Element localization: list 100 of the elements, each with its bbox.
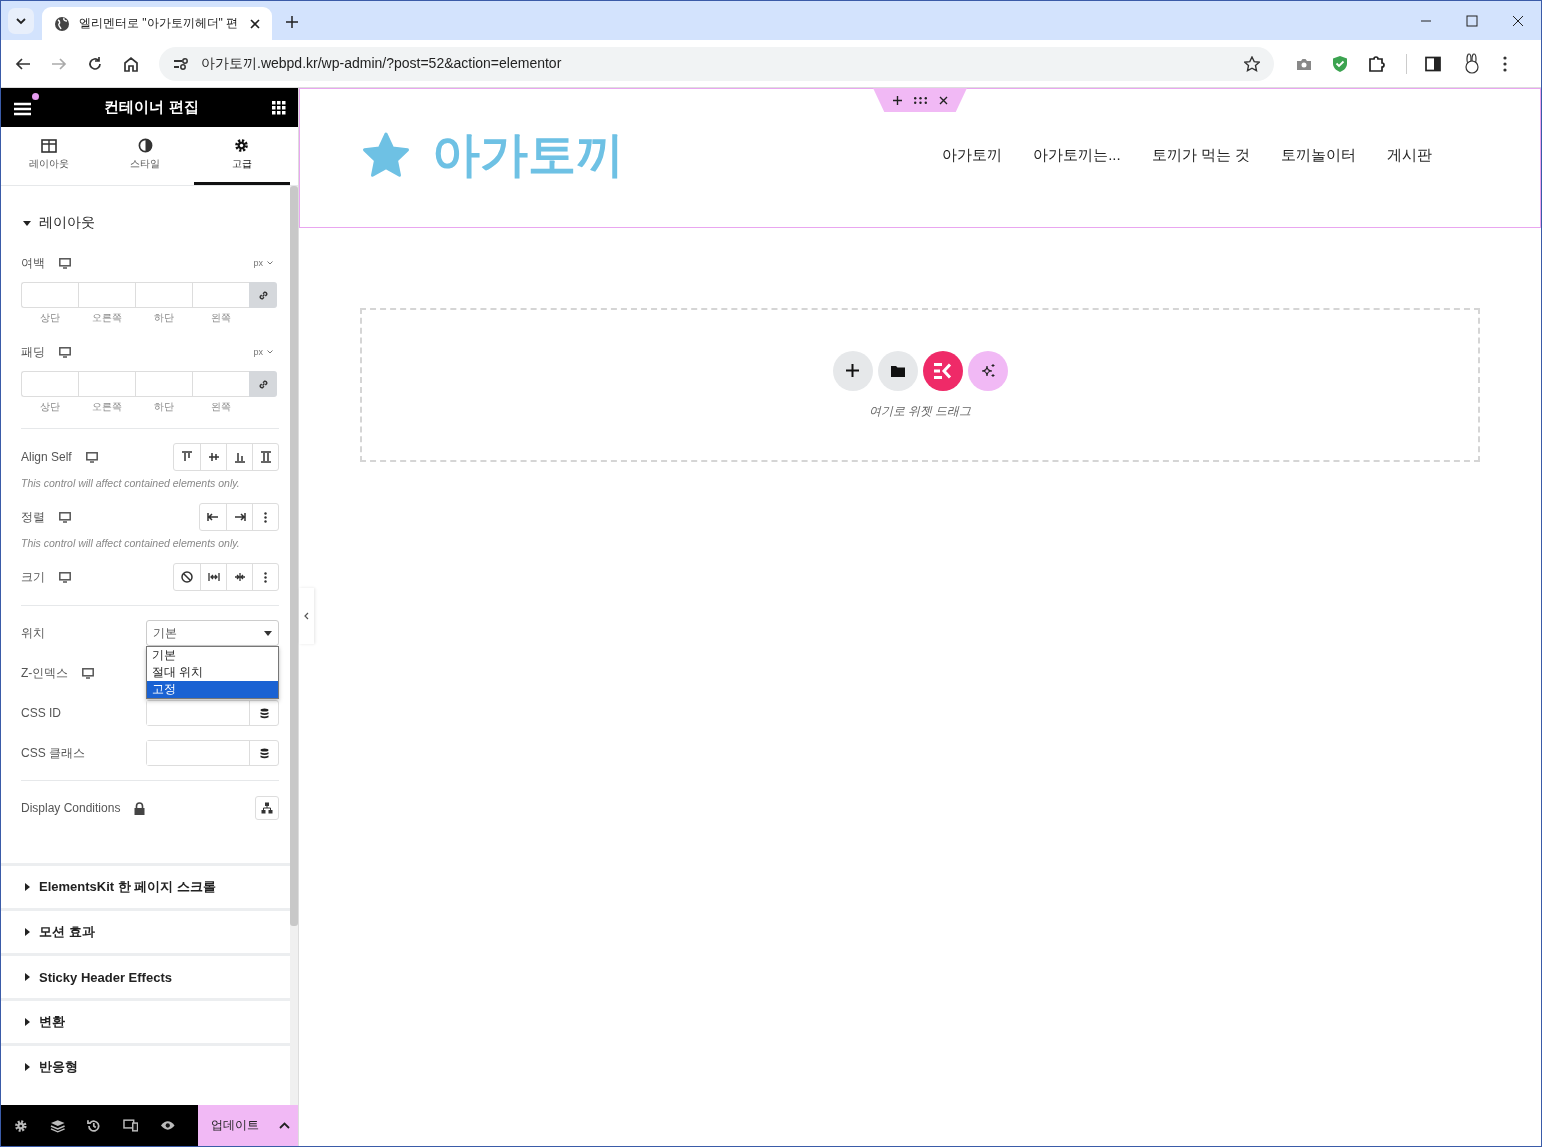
dimension-field[interactable] xyxy=(21,371,78,397)
sitemap-icon xyxy=(261,802,273,814)
panel-tab[interactable]: 고급 xyxy=(193,127,290,185)
dimension-field[interactable] xyxy=(192,371,249,397)
dimension-field[interactable] xyxy=(135,282,192,308)
lock-icon xyxy=(134,801,146,815)
caret-icon xyxy=(23,928,31,936)
publish-options-button[interactable] xyxy=(271,1105,298,1146)
dimension-field[interactable] xyxy=(78,282,135,308)
side-panel-icon[interactable] xyxy=(1425,55,1441,72)
side-label: 왼쪽 xyxy=(209,311,232,325)
shield-icon[interactable] xyxy=(1332,54,1348,73)
database-icon[interactable] xyxy=(259,747,269,759)
elementskit-button[interactable] xyxy=(922,350,963,391)
stretch-icon xyxy=(259,451,272,463)
eye-icon[interactable] xyxy=(160,1120,176,1131)
address-bar[interactable]: 아가토끼.webpd.kr/wp-admin/?post=52&action=elementor xyxy=(159,46,1274,81)
puzzle-icon[interactable] xyxy=(1368,54,1386,73)
desktop-icon[interactable] xyxy=(59,346,71,358)
desktop-icon[interactable] xyxy=(82,667,95,679)
star-icon[interactable] xyxy=(1244,55,1260,72)
maximize-icon[interactable] xyxy=(1466,15,1478,27)
align-bottom-icon xyxy=(233,451,246,463)
menu-icon[interactable] xyxy=(1503,55,1507,72)
desktop-icon[interactable] xyxy=(59,511,71,523)
unit-selector[interactable]: px xyxy=(253,347,273,357)
header-container[interactable]: 아가토끼 아가토끼 아가토끼는... 토끼가 먹는 것 토끼놀이터 게시판 xyxy=(299,88,1541,228)
close-icon[interactable] xyxy=(1512,15,1524,27)
text-field[interactable] xyxy=(146,700,279,726)
sparkle-icon xyxy=(979,362,996,379)
nav-link[interactable]: 토끼놀이터 xyxy=(1281,145,1356,165)
drop-zone[interactable]: 여기로 위젯 드래그 xyxy=(360,308,1480,462)
desktop-icon[interactable] xyxy=(59,571,71,583)
arrow-right-bar-icon xyxy=(233,511,246,523)
conditions-button[interactable] xyxy=(255,796,279,820)
home-icon[interactable] xyxy=(123,55,139,72)
dimension-field[interactable] xyxy=(135,371,192,397)
desktop-icon[interactable] xyxy=(85,451,98,463)
text-field[interactable] xyxy=(146,740,279,766)
dropdown-option[interactable]: 기본 xyxy=(147,647,278,664)
section-header[interactable]: 레이아웃 xyxy=(21,186,95,232)
position-select[interactable]: 기본 xyxy=(146,620,279,646)
caret-icon xyxy=(23,1018,31,1026)
settings-icon[interactable] xyxy=(14,1118,28,1133)
dimension-field[interactable] xyxy=(192,282,249,308)
control-label: 크기 xyxy=(21,568,45,586)
control-label: CSS 클래스 xyxy=(21,744,85,762)
dropdown-option[interactable]: 절대 위치 xyxy=(147,664,278,681)
dropdown-option[interactable]: 고정 xyxy=(147,681,278,698)
link-icon xyxy=(257,378,269,390)
link-values-button[interactable] xyxy=(249,282,277,308)
control-label: 패딩 xyxy=(21,343,45,361)
caret-icon xyxy=(23,219,31,227)
contrast-icon xyxy=(138,138,153,153)
responsive-icon[interactable] xyxy=(122,1119,139,1132)
ai-button[interactable] xyxy=(967,350,1008,391)
browser-tab[interactable]: 엘리멘터로 "아가토끼헤더" 편 xyxy=(42,7,272,40)
caret-down-icon xyxy=(264,630,272,636)
globe-icon xyxy=(54,15,70,32)
dimension-field[interactable] xyxy=(21,282,78,308)
nav-link[interactable]: 아가토끼는... xyxy=(1033,145,1121,165)
unit-selector[interactable]: px xyxy=(253,258,273,268)
folder-icon xyxy=(890,364,905,377)
add-icon[interactable] xyxy=(892,95,902,105)
update-button[interactable]: 업데이트 xyxy=(197,1105,272,1146)
layers-icon[interactable] xyxy=(49,1118,66,1133)
reload-icon[interactable] xyxy=(87,55,103,72)
arrow-left-bar-icon xyxy=(207,511,219,523)
menu-button[interactable] xyxy=(13,92,39,117)
nav-link[interactable]: 토끼가 먹는 것 xyxy=(1151,145,1250,165)
plus-icon xyxy=(846,364,859,377)
side-label: 왼쪽 xyxy=(209,400,232,414)
panel-tab[interactable]: 레이아웃 xyxy=(1,127,98,185)
close-icon[interactable] xyxy=(938,95,948,105)
drag-handle-icon[interactable] xyxy=(913,96,927,104)
panel-tab[interactable]: 스타일 xyxy=(97,127,194,185)
control-label: 위치 xyxy=(21,624,45,642)
dimension-field[interactable] xyxy=(78,371,135,397)
site-info-icon[interactable] xyxy=(173,56,189,71)
settings-icon xyxy=(234,138,250,153)
nav-link[interactable]: 게시판 xyxy=(1387,145,1432,165)
tab-list-button[interactable] xyxy=(8,8,34,34)
camera-icon[interactable] xyxy=(1296,56,1312,71)
chevron-down-icon xyxy=(15,15,27,27)
url-text: 아가토끼.webpd.kr/wp-admin/?post=52&action=elementor xyxy=(201,54,562,73)
align-top-icon xyxy=(181,451,193,463)
control-label: Z-인덱스 xyxy=(21,664,69,682)
database-icon[interactable] xyxy=(259,707,269,719)
chevron-up-icon xyxy=(279,1122,291,1129)
close-icon[interactable] xyxy=(250,18,260,29)
scrollbar[interactable] xyxy=(290,186,298,1105)
desktop-icon[interactable] xyxy=(59,257,71,269)
history-icon[interactable] xyxy=(87,1118,101,1133)
nav-link[interactable]: 아가토끼 xyxy=(942,145,1003,165)
side-label: 하단 xyxy=(152,400,175,414)
widgets-grid-icon[interactable] xyxy=(272,100,286,115)
align-center-icon xyxy=(207,451,220,463)
link-values-button[interactable] xyxy=(249,371,277,397)
back-icon[interactable] xyxy=(15,55,31,72)
new-tab-icon[interactable] xyxy=(286,16,298,28)
